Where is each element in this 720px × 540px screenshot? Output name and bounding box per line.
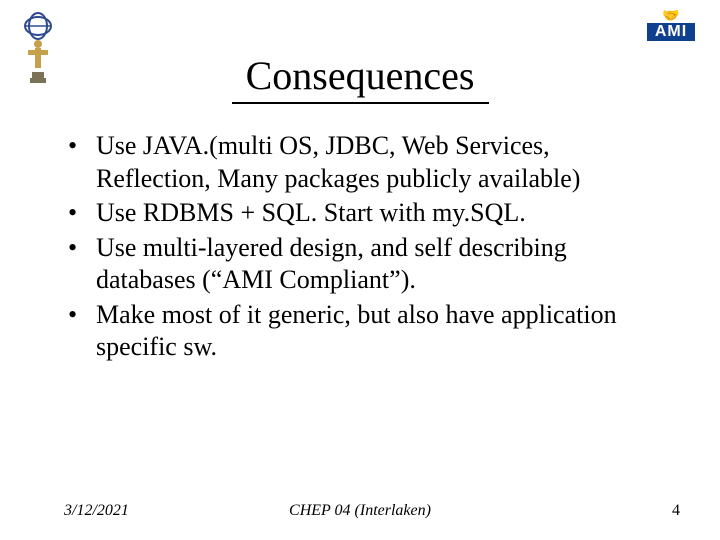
title-underline	[232, 102, 489, 104]
bullet-text: Make most of it generic, but also have a…	[96, 299, 664, 364]
list-item: • Use JAVA.(multi OS, JDBC, Web Services…	[64, 130, 664, 195]
slide-title: Consequences	[0, 52, 720, 99]
handshake-icon: 🤝	[662, 10, 679, 24]
list-item: • Make most of it generic, but also have…	[64, 299, 664, 364]
slide: 🤝 AMI Consequences • Use JAVA.(multi OS,…	[0, 0, 720, 540]
bullet-icon: •	[64, 299, 96, 332]
slide-body: • Use JAVA.(multi OS, JDBC, Web Services…	[64, 130, 664, 366]
bullet-text: Use RDBMS + SQL. Start with my.SQL.	[96, 197, 664, 230]
list-item: • Use RDBMS + SQL. Start with my.SQL.	[64, 197, 664, 230]
bullet-icon: •	[64, 232, 96, 265]
bullet-text: Use multi-layered design, and self descr…	[96, 232, 664, 297]
bullet-icon: •	[64, 130, 96, 163]
slide-footer: 3/12/2021 CHEP 04 (Interlaken) 4	[0, 498, 720, 520]
list-item: • Use multi-layered design, and self des…	[64, 232, 664, 297]
bullet-icon: •	[64, 197, 96, 230]
footer-center: CHEP 04 (Interlaken)	[0, 502, 720, 520]
page-number: 4	[672, 502, 680, 520]
ami-logo-text: AMI	[647, 23, 695, 41]
ami-logo: 🤝 AMI	[636, 10, 706, 40]
bullet-text: Use JAVA.(multi OS, JDBC, Web Services, …	[96, 130, 664, 195]
